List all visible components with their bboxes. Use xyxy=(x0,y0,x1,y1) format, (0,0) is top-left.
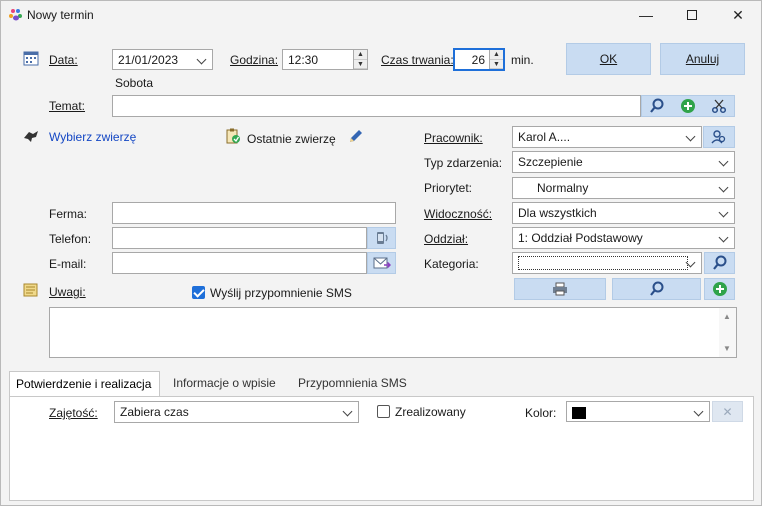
subject-label: Temat: xyxy=(49,99,86,113)
notes-label: Uwagi: xyxy=(49,285,86,299)
maximize-button[interactable] xyxy=(669,1,715,29)
call-button[interactable] xyxy=(367,227,396,249)
visibility-label: Widoczność: xyxy=(424,207,493,221)
employee-select[interactable]: Karol A.... xyxy=(512,126,702,148)
date-label: Data: xyxy=(49,53,78,67)
phone-label: Telefon: xyxy=(49,232,92,246)
title-bar: Nowy termin — ✕ xyxy=(1,1,761,29)
choose-animal-link[interactable]: Wybierz zwierzę xyxy=(49,130,136,144)
farm-input[interactable] xyxy=(112,202,396,224)
send-email-button[interactable] xyxy=(367,252,396,274)
recent-animal-icon xyxy=(226,128,240,144)
sms-reminder-checkbox[interactable] xyxy=(192,286,205,299)
time-label: Godzina: xyxy=(230,53,279,67)
spin-up-icon: ▲ xyxy=(354,50,367,60)
notes-icon xyxy=(23,283,38,297)
duration-label: Czas trwania: xyxy=(381,53,454,67)
visibility-select[interactable]: Dla wszystkich xyxy=(512,202,735,224)
notes-add-button[interactable] xyxy=(704,278,735,300)
calendar-icon xyxy=(23,51,39,66)
event-type-label: Typ zdarzenia: xyxy=(424,156,503,170)
minimize-icon: — xyxy=(639,7,653,23)
category-select[interactable] xyxy=(512,252,702,274)
priority-select[interactable]: Normalny xyxy=(512,177,735,199)
email-input[interactable] xyxy=(112,252,367,274)
notes-search-button[interactable] xyxy=(612,278,701,300)
notes-textarea[interactable] xyxy=(49,307,737,358)
tab-panel: Zajętość: Zabiera czas Zrealizowany Kolo… xyxy=(9,396,754,501)
duration-spinner[interactable]: ▲ ▼ xyxy=(489,50,503,69)
close-button[interactable]: ✕ xyxy=(715,1,761,29)
printer-icon xyxy=(553,282,567,296)
scroll-up-icon[interactable]: ▲ xyxy=(723,312,731,321)
time-value: 12:30 xyxy=(288,53,319,67)
recent-animal-link[interactable]: Ostatnie zwierzę xyxy=(247,132,336,146)
search-icon[interactable] xyxy=(649,98,665,114)
priority-label: Priorytet: xyxy=(424,181,473,195)
event-type-select[interactable]: Szczepienie xyxy=(512,151,735,173)
tab-entry-info[interactable]: Informacje o wpisie xyxy=(167,371,282,397)
search-icon xyxy=(712,255,726,270)
dialog-window: Nowy termin — ✕ Data: 21/01/2023 Sobota … xyxy=(0,0,762,506)
clear-color-button[interactable]: ✕ xyxy=(712,401,743,422)
window-title: Nowy termin xyxy=(27,8,94,22)
color-swatch xyxy=(572,406,586,419)
duration-unit: min. xyxy=(511,53,534,67)
minimize-button[interactable]: — xyxy=(623,1,669,29)
edit-pencil-icon[interactable] xyxy=(348,128,364,144)
sms-reminder-label: Wyślij przypomnienie SMS xyxy=(210,286,352,300)
maximize-icon xyxy=(687,10,697,20)
date-picker[interactable]: 21/01/2023 xyxy=(112,49,213,70)
tab-confirmation[interactable]: Potwierdzenie i realizacja xyxy=(9,371,160,397)
duration-input[interactable]: 26 ▲ ▼ xyxy=(453,48,505,71)
branch-label: Oddział: xyxy=(424,232,469,246)
spin-up-icon: ▲ xyxy=(490,50,503,60)
category-search-button[interactable] xyxy=(704,252,735,274)
add-icon[interactable] xyxy=(680,98,696,114)
close-icon: ✕ xyxy=(732,6,744,23)
duration-value: 26 xyxy=(471,53,485,67)
tab-sms-reminders[interactable]: Przypomnienia SMS xyxy=(292,371,413,397)
subject-input[interactable] xyxy=(112,95,641,117)
color-label: Kolor: xyxy=(525,406,557,420)
employee-details-button[interactable] xyxy=(703,126,735,148)
user-search-icon xyxy=(711,130,726,144)
phone-input[interactable] xyxy=(112,227,367,249)
realized-checkbox[interactable] xyxy=(377,405,390,418)
time-input[interactable]: 12:30 ▲ ▼ xyxy=(282,49,368,70)
cancel-button[interactable]: Anuluj xyxy=(660,43,745,75)
add-icon xyxy=(712,282,727,296)
spin-down-icon: ▼ xyxy=(490,60,503,69)
spin-down-icon: ▼ xyxy=(354,60,367,69)
category-label: Kategoria: xyxy=(424,257,479,271)
scissors-icon[interactable] xyxy=(711,98,727,114)
envelope-icon xyxy=(373,257,391,269)
email-label: E-mail: xyxy=(49,257,87,271)
color-select[interactable] xyxy=(566,401,710,422)
branch-select[interactable]: 1: Oddział Podstawowy xyxy=(512,227,735,249)
animal-icon xyxy=(24,131,38,142)
employee-label: Pracownik: xyxy=(424,131,483,145)
paw-app-icon xyxy=(9,9,22,21)
subject-toolbar xyxy=(641,95,735,117)
busy-select[interactable]: Zabiera czas xyxy=(114,401,359,423)
ok-button[interactable]: OK xyxy=(566,43,651,75)
scroll-down-icon[interactable]: ▼ xyxy=(723,344,731,353)
clear-icon: ✕ xyxy=(722,404,733,419)
weekday-text: Sobota xyxy=(115,76,154,90)
notes-scrollbar[interactable]: ▲ ▼ xyxy=(719,308,736,357)
farm-label: Ferma: xyxy=(49,207,88,221)
phone-icon xyxy=(376,232,388,244)
search-icon xyxy=(649,281,663,296)
print-button[interactable] xyxy=(514,278,606,300)
realized-label: Zrealizowany xyxy=(395,405,466,419)
category-value xyxy=(518,256,688,270)
busy-label: Zajętość: xyxy=(49,406,98,420)
time-spinner[interactable]: ▲ ▼ xyxy=(353,50,367,69)
